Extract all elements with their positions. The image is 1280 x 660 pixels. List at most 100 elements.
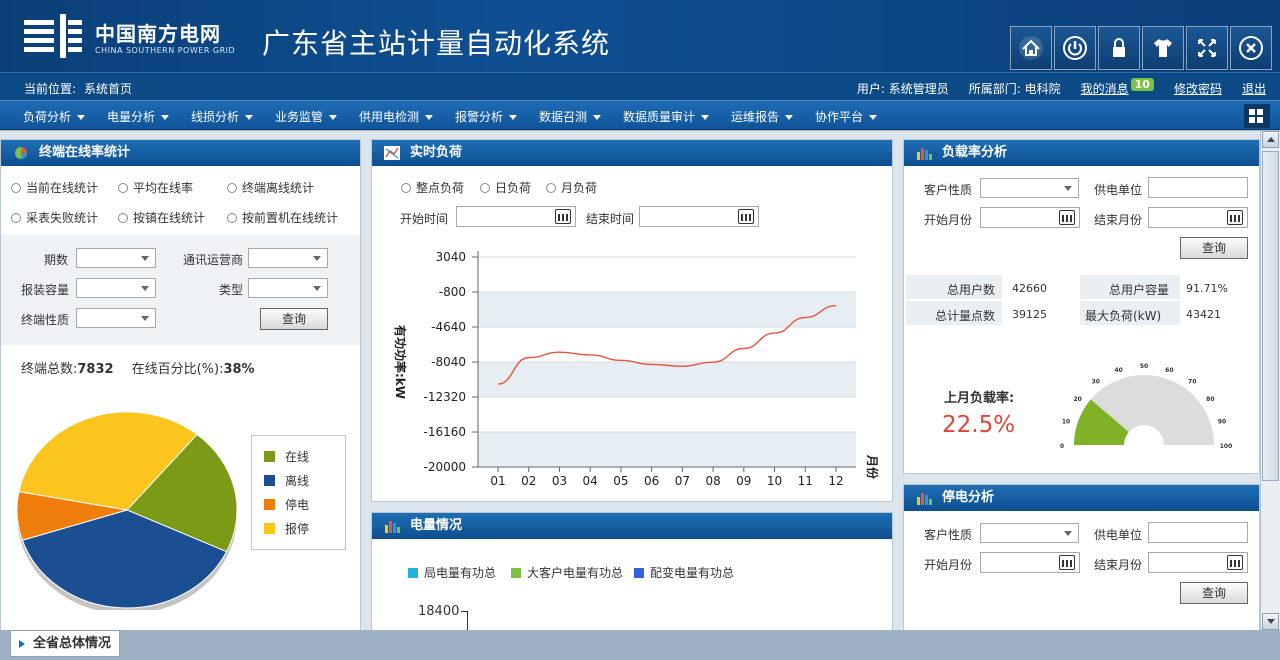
realtime-load-chart: 3040 -800 -4640 -8040 -12320 -16160 -20000 01 02… (393, 250, 880, 488)
select-capacity[interactable] (76, 278, 156, 298)
query-button[interactable]: 查询 (1180, 582, 1248, 604)
y-tick-label: -8040 (431, 355, 466, 369)
end-month-input[interactable] (1148, 207, 1248, 228)
load-rate-gauge: 0 10 20 30 40 50 60 70 80 90 100 (1060, 363, 1232, 450)
radio-hourly-load[interactable]: 整点负荷 (401, 179, 464, 196)
logout-link[interactable]: 退出 (1242, 80, 1266, 97)
menu-collab[interactable]: 协作平台 (815, 108, 877, 125)
radio-by-front[interactable]: 按前置机在线统计 (227, 209, 338, 226)
change-password-link[interactable]: 修改密码 (1174, 80, 1222, 97)
y-axis-label: 有功功率:kW (393, 325, 408, 399)
scroll-thumb[interactable] (1262, 151, 1279, 481)
calendar-icon[interactable] (1059, 555, 1075, 570)
close-icon (1239, 36, 1263, 60)
label-nature: 终端性质 (21, 313, 70, 327)
online-pct-label: 在线百分比(%): (131, 362, 224, 377)
menu-ops-report[interactable]: 运维报告 (731, 108, 793, 125)
gauge-tick-label: 30 (1092, 378, 1100, 385)
y-tick-label: -20000 (423, 460, 466, 474)
label-start-month: 开始月份 (924, 213, 973, 227)
x-tick-label: 12 (828, 474, 843, 488)
radio-offline[interactable]: 终端离线统计 (227, 179, 314, 196)
energy-panel: 电量情况 局电量有功总 大客户电量有功总 配变电量有功总 18400 (371, 512, 893, 630)
menu-supervision[interactable]: 业务监管 (275, 108, 337, 125)
layout-grid-button[interactable] (1244, 104, 1270, 128)
select-period[interactable] (76, 248, 156, 268)
start-time-input[interactable] (456, 206, 576, 227)
gauge-tick-label: 40 (1114, 367, 1122, 374)
supply-unit-input[interactable] (1148, 522, 1248, 543)
x-tick-label: 07 (675, 474, 690, 488)
panel-title-text: 停电分析 (942, 490, 995, 505)
label-supply-unit: 供电单位 (1094, 183, 1143, 197)
menu-energy-analysis[interactable]: 电量分析 (107, 108, 169, 125)
legend-offline: 离线 (264, 472, 309, 489)
breadcrumb-current[interactable]: 系统首页 (84, 82, 132, 96)
select-type[interactable] (248, 278, 328, 298)
scroll-up-arrow-icon[interactable] (1262, 131, 1279, 148)
select-nature[interactable] (76, 308, 156, 328)
label-type: 类型 (219, 283, 244, 297)
last-month-rate-value: 22.5% (942, 412, 1016, 438)
lock-button[interactable] (1098, 26, 1140, 70)
start-month-input[interactable] (980, 207, 1080, 228)
menu-load-analysis[interactable]: 负荷分析 (23, 108, 85, 125)
exit-button[interactable] (1230, 26, 1272, 70)
my-messages-link[interactable]: 我的消息 (1081, 82, 1129, 96)
terminal-total: 7832 (77, 362, 114, 377)
calendar-icon[interactable] (738, 209, 754, 224)
calendar-icon[interactable] (1227, 555, 1243, 570)
radio-average-online[interactable]: 平均在线率 (118, 179, 193, 196)
menu-data-call[interactable]: 数据召测 (539, 108, 601, 125)
label-customer-type: 客户性质 (924, 528, 973, 542)
vertical-scrollbar[interactable] (1260, 131, 1280, 630)
end-month-input[interactable] (1148, 552, 1248, 573)
skin-button[interactable] (1142, 26, 1184, 70)
x-tick-label: 11 (798, 474, 813, 488)
supply-unit-input[interactable] (1148, 177, 1248, 198)
header-toolbar (1010, 26, 1272, 70)
menu-data-audit[interactable]: 数据质量审计 (623, 108, 709, 125)
radio-current-online[interactable]: 当前在线统计 (11, 179, 98, 196)
scroll-down-arrow-icon[interactable] (1262, 613, 1279, 630)
menu-alarm-analysis[interactable]: 报警分析 (455, 108, 517, 125)
label-end-month: 结束月份 (1094, 558, 1143, 572)
panel-title: 实时负荷 (372, 140, 892, 166)
y-tick-label: -4640 (431, 320, 466, 334)
user-info: 用户: 系统管理员 所属部门: 电科院 我的消息 10 修改密码 退出 (857, 78, 1266, 97)
select-customer-type[interactable] (980, 523, 1079, 543)
label-carrier: 通讯运营商 (183, 253, 244, 267)
query-button[interactable]: 查询 (260, 308, 328, 330)
end-time-input[interactable] (639, 206, 759, 227)
gauge-tick-label: 70 (1188, 378, 1196, 385)
pie-chart-icon (15, 147, 27, 159)
calendar-icon[interactable] (555, 209, 571, 224)
online-rate-panel: 终端在线率统计 当前在线统计 平均在线率 终端离线统计 采表失败统计 按镇在线统… (0, 139, 361, 630)
menu-power-check[interactable]: 供用电检测 (359, 108, 433, 125)
bar-chart-icon (917, 493, 932, 505)
province-overview-tab[interactable]: 全省总体情况 (10, 630, 120, 657)
bar-chart-icon (917, 148, 932, 160)
start-month-input[interactable] (980, 552, 1080, 573)
calendar-icon[interactable] (1059, 210, 1075, 225)
shirt-icon (1154, 39, 1172, 57)
menu-line-loss[interactable]: 线损分析 (191, 108, 253, 125)
query-button[interactable]: 查询 (1180, 237, 1248, 259)
breadcrumb: 当前位置: 系统首页 (24, 80, 140, 97)
label-supply-unit: 供电单位 (1094, 528, 1143, 542)
radio-by-town[interactable]: 按镇在线统计 (118, 209, 205, 226)
calendar-icon[interactable] (1227, 210, 1243, 225)
fullscreen-button[interactable] (1186, 26, 1228, 70)
radio-daily-load[interactable]: 日负荷 (480, 179, 531, 196)
gauge-tick-label: 20 (1073, 396, 1081, 403)
radio-read-fail[interactable]: 采表失败统计 (11, 209, 98, 226)
home-button[interactable] (1010, 26, 1052, 70)
outage-panel: 停电分析 客户性质 供电单位 开始月份 结束月份 查询 (903, 484, 1260, 630)
select-customer-type[interactable] (980, 178, 1079, 198)
power-button[interactable] (1054, 26, 1096, 70)
line-chart-icon (384, 146, 400, 160)
select-carrier[interactable] (248, 248, 328, 268)
radio-monthly-load[interactable]: 月负荷 (546, 179, 597, 196)
dashboard: 终端在线率统计 当前在线统计 平均在线率 终端离线统计 采表失败统计 按镇在线统… (0, 131, 1260, 630)
x-axis-label: 月份 (865, 454, 880, 480)
